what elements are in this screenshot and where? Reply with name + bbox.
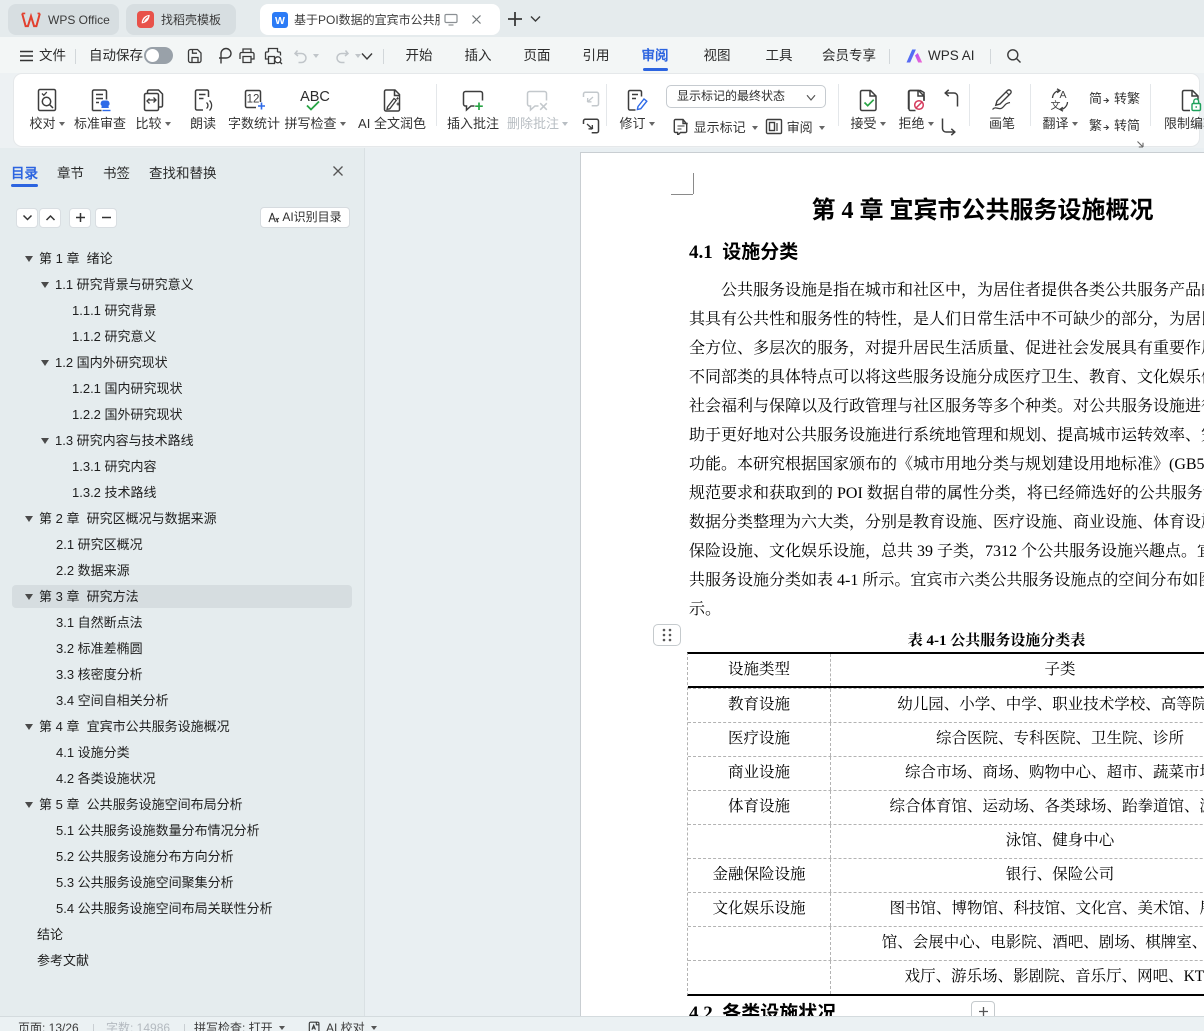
svg-text:W: W [275, 15, 285, 27]
svg-text:12: 12 [246, 93, 259, 105]
svg-text:文: 文 [1051, 99, 1061, 112]
svg-text:ABC: ABC [300, 89, 330, 105]
svg-text:A: A [1060, 89, 1067, 101]
